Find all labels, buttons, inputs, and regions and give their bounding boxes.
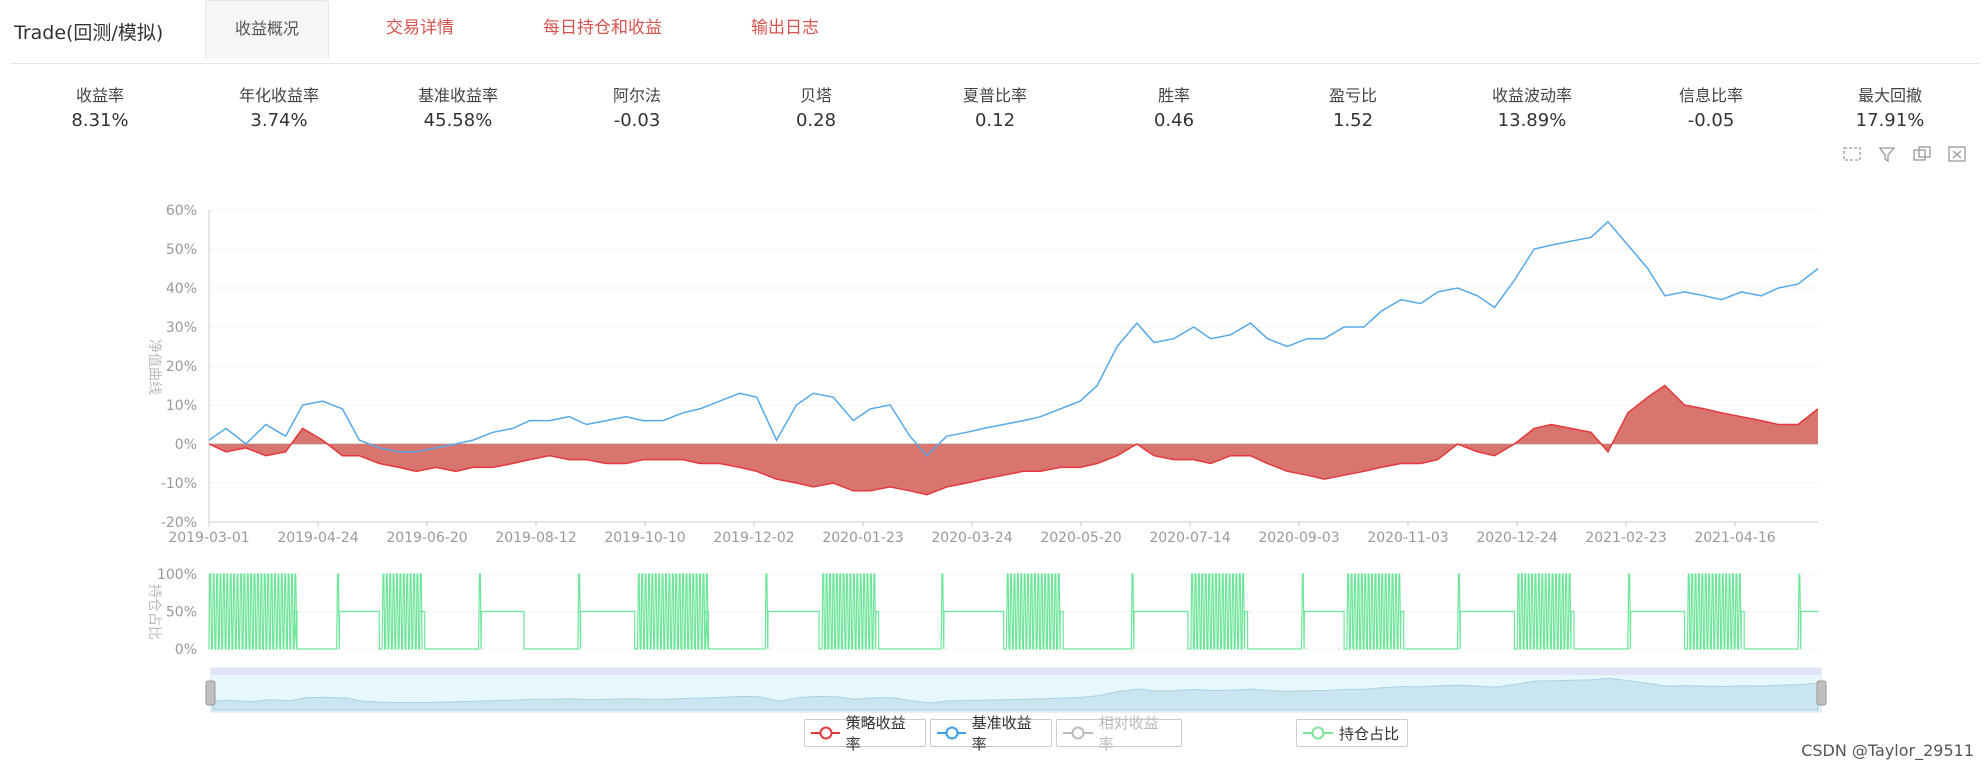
x-tick-label: 2019-03-01	[168, 530, 249, 546]
legend-strategy-return[interactable]: 策略收益率	[804, 714, 926, 753]
performance-chart: 60%50%40%30%20%10%0%-10%-20% 2019-03-01 2…	[146, 203, 1827, 713]
main-y-axis: 60% 50% 40% 30% 20% 10% 0% -10% -20%	[161, 203, 197, 531]
x-tick-label: 2020-01-23	[822, 530, 903, 546]
y-tick-label: 100%	[157, 567, 197, 583]
y-tick-label: 50%	[166, 242, 197, 258]
x-tick-label: 2020-05-20	[1040, 530, 1121, 546]
y-tick-label: -10%	[161, 476, 197, 492]
legend-marker-icon	[1303, 726, 1333, 740]
x-tick-label: 2020-03-24	[931, 530, 1012, 546]
x-tick-label: 2020-07-14	[1149, 530, 1230, 546]
legend-marker-icon	[1063, 726, 1093, 740]
legend-marker-icon	[937, 726, 966, 740]
legend-relative-return[interactable]: 相对收益率	[1056, 714, 1182, 753]
position-y-axis-title: 持仓占比	[146, 584, 162, 640]
x-tick-label: 2020-09-03	[1258, 530, 1339, 546]
legend-label: 持仓占比	[1339, 724, 1400, 743]
watermark: CSDN @Taylor_29511	[1801, 741, 1974, 760]
datazoom-left-handle[interactable]	[205, 680, 216, 706]
y-tick-label: 20%	[166, 359, 197, 375]
y-tick-label: 10%	[166, 398, 197, 414]
x-tick-label: 2019-12-02	[713, 530, 794, 546]
x-tick-label: 2019-06-20	[386, 530, 467, 546]
y-tick-label: 50%	[166, 605, 197, 621]
x-tick-label: 2019-04-24	[277, 530, 358, 546]
y-tick-label: 30%	[166, 320, 197, 336]
y-tick-label: 0%	[175, 642, 197, 658]
legend-benchmark-return[interactable]: 基准收益率	[930, 714, 1052, 753]
x-tick-label: 2021-04-16	[1694, 530, 1775, 546]
datazoom-top-bar[interactable]	[211, 668, 1821, 675]
datazoom-right-handle[interactable]	[1816, 680, 1827, 706]
legend-marker-icon	[811, 726, 840, 740]
legend-label: 基准收益率	[971, 714, 1032, 753]
x-tick-label: 2020-11-03	[1367, 530, 1448, 546]
x-tick-label: 2019-08-12	[495, 530, 576, 546]
x-tick-label: 2020-12-24	[1476, 530, 1557, 546]
y-tick-label: 40%	[166, 281, 197, 297]
strategy-return-area	[209, 385, 1818, 495]
x-tick-label: 2019-10-10	[604, 530, 685, 546]
y-tick-label: 60%	[166, 203, 197, 219]
x-tick-label: 2021-02-23	[1585, 530, 1666, 546]
benchmark-return-line	[208, 220, 1819, 457]
legend-label: 策略收益率	[845, 714, 906, 753]
main-y-axis-title: 净值曲线	[146, 339, 162, 395]
x-axis: 2019-03-01 2019-04-24 2019-06-20 2019-08-12…	[168, 522, 1776, 546]
y-tick-label: -20%	[161, 515, 197, 531]
legend-position-ratio[interactable]: 持仓占比	[1296, 719, 1408, 747]
legend-label: 相对收益率	[1098, 714, 1159, 753]
main-grid	[208, 209, 1818, 523]
y-tick-label: 0%	[175, 437, 197, 453]
